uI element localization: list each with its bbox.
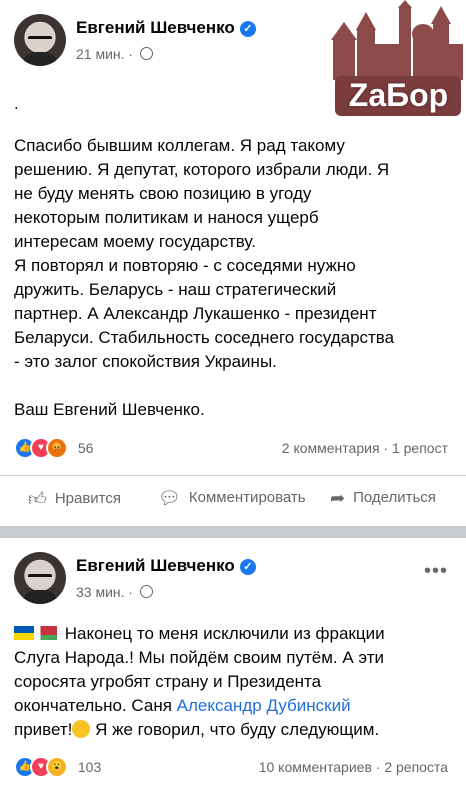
verified-icon: ✓ xyxy=(239,21,256,37)
comments-shares-count[interactable]: 10 комментариев · 2 репоста xyxy=(259,759,448,775)
belarus-flag-icon xyxy=(37,626,57,640)
more-options-icon[interactable]: ••• xyxy=(424,560,448,583)
reactions-summary[interactable]: 👍 ♥ 😡 56 xyxy=(14,437,93,459)
logo-text: ZаБор xyxy=(348,77,449,113)
feed-divider xyxy=(0,526,466,538)
glasses-icon xyxy=(28,36,52,46)
grinning-emoji-icon xyxy=(72,720,91,738)
author-avatar[interactable] xyxy=(14,552,66,604)
share-icon: ➦ xyxy=(330,488,346,508)
share-button[interactable]: ➦ Поделиться xyxy=(330,488,436,509)
like-button[interactable]: 👍︎ Нравится xyxy=(28,488,121,510)
post-text: Наконец то меня исключили из фракции Слу… xyxy=(14,624,385,739)
post-card-2: Евгений Шевченко ✓ 33 мин. · ••• Наконец … xyxy=(0,538,466,800)
author-avatar[interactable] xyxy=(14,14,66,66)
angry-reaction-icon: 😡 xyxy=(46,437,68,459)
mention-link[interactable]: Александр Дубинский xyxy=(177,696,351,715)
post-actions: 👍︎ Нравится 💬︎ Комментировать ➦ Поделиться xyxy=(0,475,466,526)
comments-shares-count[interactable]: 2 комментария · 1 репост xyxy=(282,440,448,456)
thumbs-up-icon: 👍︎ xyxy=(28,489,47,509)
glasses-icon xyxy=(28,574,52,584)
post-meta: 33 мин. · xyxy=(76,584,153,600)
post-text: . Спасибо бывшим коллегам. Я рад такому … xyxy=(14,94,395,419)
author-name[interactable]: Евгений Шевченко ✓ xyxy=(76,556,256,576)
author-name[interactable]: Евгений Шевченко ✓ xyxy=(76,18,256,38)
comment-icon: 💬︎ xyxy=(158,488,181,508)
ukraine-flag-icon xyxy=(14,626,34,640)
comment-button[interactable]: 💬︎ Комментировать xyxy=(158,488,306,509)
verified-icon: ✓ xyxy=(239,559,256,575)
wow-reaction-icon: 😮 xyxy=(46,756,68,778)
post-meta: 21 мин. · xyxy=(76,46,153,62)
globe-icon xyxy=(139,47,153,60)
reactions-summary[interactable]: 👍 ♥ 😮 103 xyxy=(14,756,101,778)
post-card-1: Евгений Шевченко ✓ 21 мин. · . Спасибо бы… xyxy=(0,0,466,526)
globe-icon xyxy=(139,585,153,598)
